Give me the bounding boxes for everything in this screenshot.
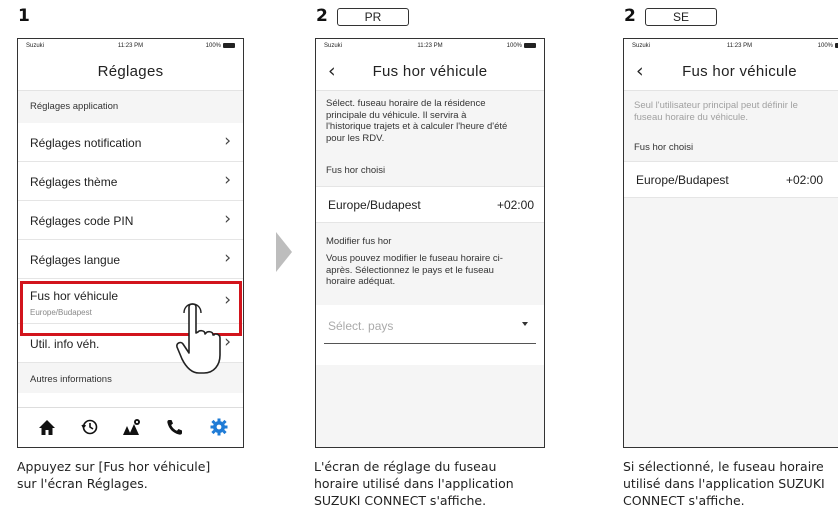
nav-bar: ‹ Fus hor véhicule bbox=[624, 53, 838, 91]
battery-indicator: 100% bbox=[206, 43, 235, 49]
battery-indicator: 100% bbox=[507, 43, 536, 49]
caption-step-1: Appuyez sur [Fus hor véhicule] sur l'écr… bbox=[17, 459, 211, 491]
caption-step-2-se: Si sélectionné, le fuseau horaire utilis… bbox=[623, 459, 825, 508]
status-bar: Suzuki 11:23 PM 100% bbox=[316, 39, 544, 53]
notice-area: Seul l'utilisateur principal peut défini… bbox=[624, 91, 838, 161]
home-icon[interactable] bbox=[36, 417, 58, 437]
nav-bar: ‹ Fus hor véhicule bbox=[316, 53, 544, 91]
step-number: 2 bbox=[624, 6, 636, 26]
current-timezone-label: Fus hor choisi bbox=[326, 165, 386, 176]
role-badge: PR bbox=[337, 8, 409, 26]
caption-step-2-pr: L'écran de réglage du fuseau horaire uti… bbox=[314, 459, 514, 508]
phone-screen-timezone-primary: Suzuki 11:23 PM 100% ‹ Fus hor véhicule … bbox=[315, 38, 545, 448]
nav-bar: Réglages bbox=[18, 53, 243, 91]
battery-icon bbox=[524, 43, 536, 48]
settings-item-language[interactable]: Réglages langue › bbox=[18, 240, 243, 279]
current-timezone-label: Fus hor choisi bbox=[634, 142, 694, 153]
status-bar: Suzuki 11:23 PM 100% bbox=[624, 39, 838, 53]
timezone-name: Europe/Budapest bbox=[328, 198, 421, 212]
chevron-right-icon: › bbox=[224, 209, 231, 229]
tab-bar bbox=[18, 407, 243, 447]
modify-area: Modifier fus hor Vous pouvez modifier le… bbox=[316, 223, 544, 447]
battery-icon bbox=[223, 43, 235, 48]
settings-item-theme[interactable]: Réglages thème › bbox=[18, 162, 243, 201]
battery-indicator: 100% bbox=[818, 43, 838, 49]
map-icon[interactable] bbox=[121, 417, 143, 437]
empty-area bbox=[624, 198, 838, 447]
country-select[interactable]: Sélect. pays bbox=[324, 311, 536, 344]
chevron-right-icon: › bbox=[224, 170, 231, 190]
step-number: 2 bbox=[316, 6, 328, 26]
modify-label: Modifier fus hor bbox=[326, 236, 392, 247]
modify-text: Vous pouvez modifier le fuseau horaire c… bbox=[326, 253, 503, 287]
status-bar: Suzuki 11:23 PM 100% bbox=[18, 39, 243, 53]
section-header-app: Réglages application bbox=[18, 91, 243, 123]
arrow-right-icon bbox=[276, 232, 292, 272]
timezone-name: Europe/Budapest bbox=[636, 173, 729, 187]
step-number: 1 bbox=[18, 6, 30, 26]
phone-icon[interactable] bbox=[164, 417, 186, 437]
description-text: Sélect. fuseau horaire de la résidence p… bbox=[326, 98, 508, 144]
settings-item-pin[interactable]: Réglages code PIN › bbox=[18, 201, 243, 240]
timezone-offset: +02:00 bbox=[496, 198, 534, 212]
current-timezone-row: Europe/Budapest +02:00 bbox=[316, 186, 544, 223]
timezone-offset: +02:00 bbox=[786, 173, 824, 187]
dropdown-arrow-icon bbox=[522, 322, 528, 326]
settings-item-notification[interactable]: Réglages notification › bbox=[18, 123, 243, 162]
phone-screen-settings: Suzuki 11:23 PM 100% Réglages Réglages a… bbox=[17, 38, 244, 448]
page-title: Fus hor véhicule bbox=[372, 63, 488, 80]
settings-icon[interactable] bbox=[208, 417, 230, 437]
page-title: Fus hor véhicule bbox=[682, 63, 797, 80]
page-title: Réglages bbox=[97, 63, 164, 80]
notice-text: Seul l'utilisateur principal peut défini… bbox=[634, 100, 798, 123]
description-area: Sélect. fuseau horaire de la résidence p… bbox=[316, 91, 544, 186]
history-icon[interactable] bbox=[79, 417, 101, 437]
current-timezone-row: Europe/Budapest +02:00 bbox=[624, 161, 838, 198]
role-badge: SE bbox=[645, 8, 717, 26]
tap-hand-icon bbox=[176, 303, 221, 374]
chevron-right-icon: › bbox=[224, 131, 231, 151]
chevron-right-icon: › bbox=[224, 248, 231, 268]
phone-screen-timezone-secondary: Suzuki 11:23 PM 100% ‹ Fus hor véhicule … bbox=[623, 38, 838, 448]
